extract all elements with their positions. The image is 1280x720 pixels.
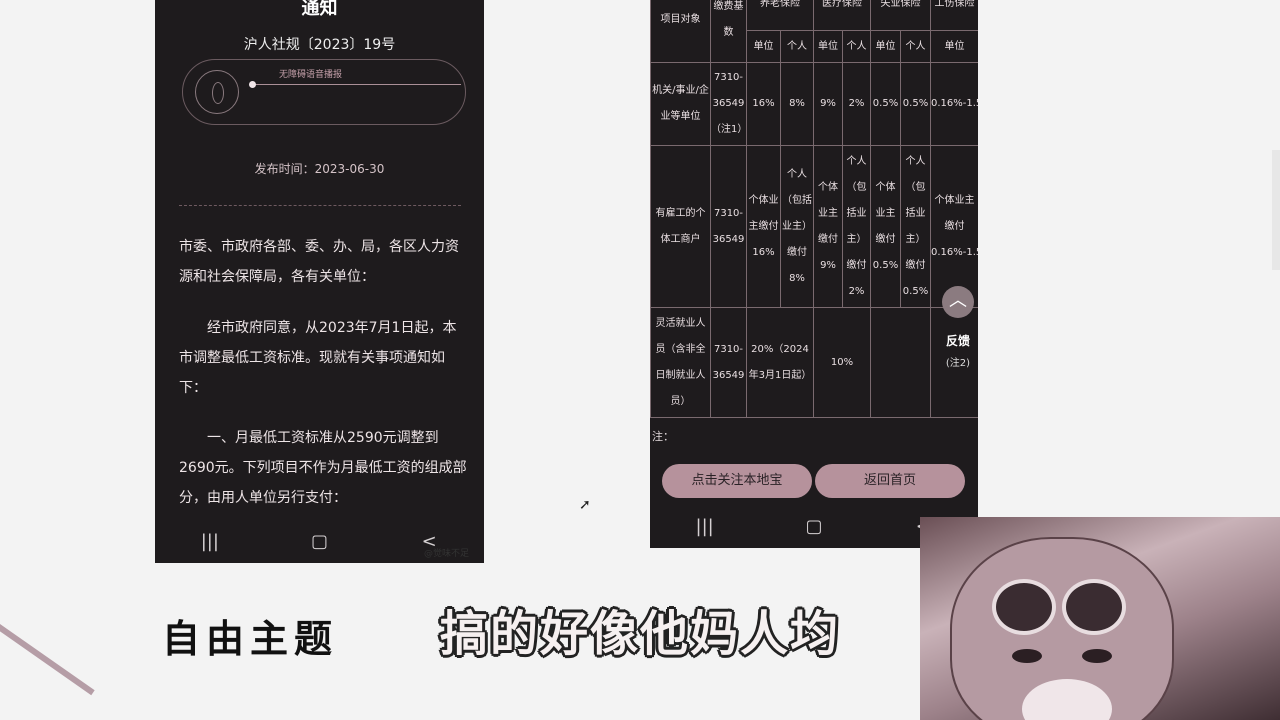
table-row: 机关/事业/企业等单位 7310-36549（注1） 16% 8% 9% 2% … xyxy=(650,62,978,146)
feedback-note: (注2) xyxy=(945,358,971,369)
table-cell: 0.5% xyxy=(900,62,931,146)
table-cell: 7310-36549（注1） xyxy=(710,62,747,146)
table-header-cell: 养老保险 xyxy=(746,0,814,31)
audio-progress-track[interactable] xyxy=(251,84,461,85)
table-header-cell: 缴费基数 xyxy=(710,0,747,63)
audio-hint-label: 无障碍语音播报 xyxy=(279,70,343,80)
table-subheader-cell: 个人 xyxy=(842,30,871,63)
table-cell: 0.5% xyxy=(870,62,901,146)
eye xyxy=(1082,649,1112,663)
eye xyxy=(1012,649,1042,663)
table-cell: 0.16%-1.52% xyxy=(930,62,978,146)
streamer-avatar xyxy=(920,517,1280,720)
weibo-watermark: @觉味不足 xyxy=(424,549,470,559)
audio-progress-knob[interactable] xyxy=(249,81,256,88)
notice-paragraph: 经市政府同意，从2023年7月1日起，本市调整最低工资标准。现就有关事项通知如下… xyxy=(179,320,457,396)
home-icon[interactable]: ▢ xyxy=(299,531,339,552)
table-cell: 个体业主缴付0.16%-1.52% xyxy=(930,145,978,308)
notice-paragraph: 市委、市政府各部、委、办、局，各区人力资源和社会保障局，各有关单位： xyxy=(179,239,459,285)
policy-notice-screen: 通知 沪人社规〔2023〕19号 无障碍语音播报 发布时间：2023-06-30… xyxy=(155,0,484,563)
table-subheader-cell: 个人 xyxy=(780,30,814,63)
follow-button[interactable]: 点击关注本地宝 xyxy=(662,464,812,498)
table-note: 注： xyxy=(652,430,674,443)
table-cell: 20%（2024年3月1日起） xyxy=(746,307,814,418)
recent-apps-icon[interactable]: ||| xyxy=(190,531,230,552)
scroll-to-top-button[interactable]: ︿ xyxy=(942,286,974,318)
audio-player[interactable]: 无障碍语音播报 xyxy=(182,59,466,125)
table-cell: 10% xyxy=(813,307,871,418)
table-subheader-cell: 个人 xyxy=(900,30,931,63)
table-cell: 个人（包括业主）缴付0.5% xyxy=(900,145,931,308)
goggle-icon xyxy=(1062,579,1126,635)
fox-character xyxy=(950,537,1174,720)
table-header-cell: 失业保险 xyxy=(870,0,931,31)
goggle-icon xyxy=(992,579,1056,635)
topic-label: 自由主题 xyxy=(162,617,339,661)
mouse-cursor-icon: ➚ xyxy=(579,497,591,513)
table-cell: 7310-36549 xyxy=(710,145,747,308)
notice-title: 通知 xyxy=(301,0,338,19)
table-cell: 个人（包括业主）缴付8% xyxy=(780,145,814,308)
table-cell: 个体业主缴付0.5% xyxy=(870,145,901,308)
table-cell: 8% xyxy=(780,62,814,146)
home-icon[interactable]: ▢ xyxy=(794,516,834,537)
chevron-up-icon: ︿ xyxy=(949,290,967,311)
table-cell: 机关/事业/企业等单位 xyxy=(650,62,711,146)
publish-time: 发布时间：2023-06-30 xyxy=(254,162,385,176)
snout xyxy=(1022,679,1112,720)
table-subheader-cell: 单位 xyxy=(746,30,781,63)
table-row: 有雇工的个体工商户 7310-36549 个体业主缴付16% 个人（包括业主）缴… xyxy=(650,145,978,308)
divider xyxy=(179,205,461,206)
audio-disc-icon[interactable] xyxy=(195,70,239,114)
insurance-rate-table: 项目对象 缴费基数 养老保险 医疗保险 失业保险 工伤保险 单位 个人 单位 个… xyxy=(650,0,978,418)
table-cell: 2% xyxy=(842,62,871,146)
feedback-button[interactable]: 反馈 xyxy=(940,332,976,349)
table-cell: 有雇工的个体工商户 xyxy=(650,145,711,308)
edge-strip xyxy=(1272,150,1280,270)
document-code: 沪人社规〔2023〕19号 xyxy=(243,37,396,53)
table-subheader-cell: 单位 xyxy=(870,30,901,63)
back-home-button[interactable]: 返回首页 xyxy=(815,464,965,498)
table-header-cell: 工伤保险 xyxy=(930,0,978,31)
recent-apps-icon[interactable]: ||| xyxy=(685,516,725,537)
table-cell: 7310-36549 xyxy=(710,307,747,418)
table-cell: 16% xyxy=(746,62,781,146)
video-subtitle: 搞的好像他妈人均 xyxy=(440,606,841,662)
table-header-cell: 医疗保险 xyxy=(813,0,871,31)
table-cell: 灵活就业人员（含非全日制就业人员） xyxy=(650,307,711,418)
table-subheader-cell: 单位 xyxy=(930,30,978,63)
table-cell: 个人（包括业主）缴付2% xyxy=(842,145,871,308)
table-cell: 个体业主缴付9% xyxy=(813,145,843,308)
table-cell: 9% xyxy=(813,62,843,146)
table-cell xyxy=(870,307,931,418)
decorative-stroke xyxy=(0,610,95,696)
social-insurance-table-screen: 项目对象 缴费基数 养老保险 医疗保险 失业保险 工伤保险 单位 个人 单位 个… xyxy=(650,0,978,548)
table-subheader-cell: 单位 xyxy=(813,30,843,63)
table-row: 灵活就业人员（含非全日制就业人员） 7310-36549 20%（2024年3月… xyxy=(650,307,978,418)
faded-background-text xyxy=(1005,32,1255,60)
table-cell: 个体业主缴付16% xyxy=(746,145,781,308)
notice-paragraph: 一、月最低工资标准从2590元调整到2690元。下列项目不作为月最低工资的组成部… xyxy=(179,430,467,506)
table-header-cell: 项目对象 xyxy=(650,0,711,63)
